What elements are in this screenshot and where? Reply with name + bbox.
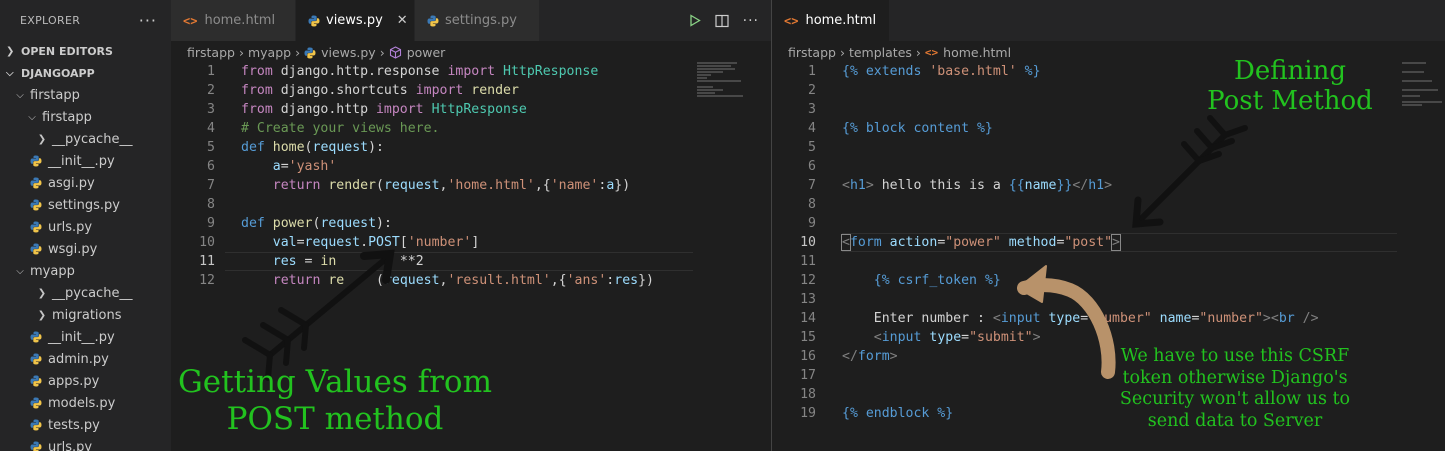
brown-arrow-icon [1017,265,1116,379]
annotation-line: send data to Server [1147,410,1323,431]
annotation-line: token otherwise Django's [1122,367,1348,388]
annotation-defining-post-method: Defining Post Method [1190,56,1390,116]
black-arrow-icon [1132,115,1248,228]
annotation-getting-values: Getting Values from POST method [160,364,510,438]
annotation-line: We have to use this CSRF [1120,346,1350,366]
black-arrow-icon [242,249,395,381]
annotation-line: POST method [226,401,444,437]
annotation-line: Post Method [1207,86,1373,116]
annotation-line: Defining [1233,56,1347,86]
annotation-csrf-note: We have to use this CSRF token otherwise… [1100,346,1370,432]
annotation-line: Getting Values from [178,364,492,400]
annotation-line: Security won't allow us to [1119,389,1351,409]
